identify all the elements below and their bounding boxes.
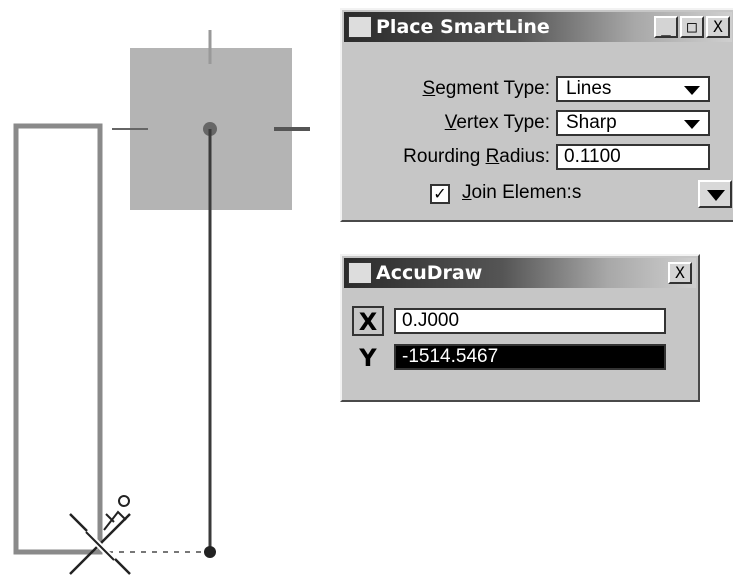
close-button[interactable]: X: [706, 16, 730, 38]
line-end-point: [204, 546, 216, 558]
join-elements-label-text: oin Elemen:s: [471, 182, 582, 203]
rounding-radius-mnemonic: R: [485, 146, 500, 167]
vertex-type-label-text: ertex Type:: [456, 112, 550, 133]
segment-type-value: Lines: [566, 78, 612, 99]
vertex-type-dropdown[interactable]: Sharp: [556, 110, 710, 136]
vertex-type-mnemonic: V: [444, 112, 457, 133]
place-smartline-titlebar[interactable]: Place SmartLine _ □ X: [344, 12, 732, 42]
accudraw-dialog: AccuDraw X X 0.J000 Y -1514.5467: [340, 254, 700, 402]
minimize-button[interactable]: _: [654, 16, 678, 38]
microstation-logo-icon: [348, 262, 372, 284]
rounding-radius-label: Rourding Radius:: [403, 146, 550, 168]
join-elements-checkbox[interactable]: ✓: [430, 184, 450, 204]
drawn-rectangle: [13, 123, 103, 555]
place-smartline-dialog: Place SmartLine _ □ X Segment Type: Line…: [340, 8, 733, 222]
rounding-radius-label-text: adius:: [499, 146, 550, 167]
vertex-type-label: Vertex Type:: [445, 112, 550, 134]
segment-type-dropdown[interactable]: Lines: [556, 76, 710, 102]
smartline-tool-icon: [103, 495, 130, 531]
segment-type-mnemonic: S: [422, 78, 436, 99]
accudraw-titlebar[interactable]: AccuDraw X: [344, 258, 696, 288]
chevron-down-icon: [707, 190, 725, 201]
y-value-input[interactable]: -1514.5467: [394, 344, 666, 370]
y-axis-lock-button[interactable]: Y: [352, 344, 384, 372]
dialog-title: AccuDraw: [376, 262, 483, 284]
chevron-down-icon: [684, 120, 700, 129]
microstation-logo-icon: [348, 16, 372, 38]
segment-type-label: Segment Type:: [423, 78, 550, 100]
vertex-type-value: Sharp: [566, 112, 617, 133]
close-button[interactable]: X: [668, 262, 692, 284]
maximize-button[interactable]: □: [680, 16, 704, 38]
x-value-input[interactable]: 0.J000: [394, 308, 666, 334]
rounding-radius-input[interactable]: 0.1100: [556, 144, 710, 170]
dialog-title: Place SmartLine: [376, 16, 550, 38]
chevron-down-icon: [684, 86, 700, 95]
join-elements-label: Join Elemen:s: [462, 182, 581, 204]
segment-type-label-text: egment Type:: [435, 78, 550, 99]
expand-dialog-button[interactable]: [698, 180, 732, 208]
join-elements-mnemonic: J: [462, 182, 472, 203]
x-axis-lock-button[interactable]: X: [352, 306, 384, 336]
rounding-radius-label-pre: Rourding: [403, 146, 486, 167]
